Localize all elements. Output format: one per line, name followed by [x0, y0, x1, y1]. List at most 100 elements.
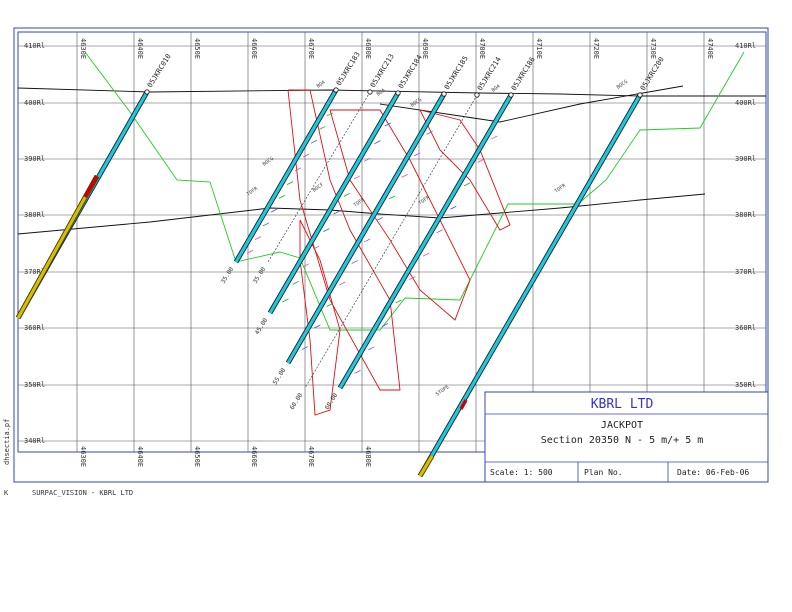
- rl-label: 370Rl: [735, 268, 756, 276]
- assay-tick: [326, 112, 334, 117]
- plot-border: [17, 31, 767, 453]
- date-text: Date: 06-Feb-06: [677, 468, 749, 477]
- end-of-hole-depth: 60.00: [289, 392, 305, 411]
- collar-marker: [441, 91, 447, 97]
- hole-name-label: 05JKRC184: [397, 54, 424, 90]
- assay-tick: [376, 217, 383, 221]
- stope-label: STOPE: [435, 384, 451, 398]
- boa-label-3: BOA: [491, 84, 502, 94]
- corner-mark: K: [4, 489, 9, 497]
- easting-label: 4660E: [250, 446, 258, 467]
- collar-marker: [367, 89, 373, 95]
- topographic-surface: [17, 87, 766, 97]
- collar-marker: [474, 92, 480, 98]
- assay-tick: [351, 260, 358, 264]
- drillhole-trace: [234, 89, 338, 263]
- assay-tick: [343, 193, 351, 197]
- assay-tick: [314, 324, 321, 329]
- rl-label: 380Rl: [24, 211, 45, 219]
- rl-label: 390Rl: [24, 155, 45, 163]
- assay-tick: [477, 159, 484, 163]
- hole-name-label: 05JKRC010: [146, 53, 173, 89]
- hole-name-label: 05JKRC183: [335, 51, 362, 87]
- easting-label: 4730E: [649, 38, 657, 59]
- easting-label: 4660E: [250, 38, 258, 59]
- assay-tick: [491, 135, 498, 140]
- assay-tick: [270, 208, 278, 213]
- assay-tick: [294, 167, 302, 172]
- coordinate-grid: [18, 32, 766, 452]
- easting-label: 4680E: [364, 446, 372, 467]
- easting-label: 4710E: [535, 38, 543, 59]
- rl-label: 350Rl: [735, 381, 756, 389]
- plan-no-text: Plan No.: [584, 468, 623, 477]
- scale-text: Scale: 1: 500: [490, 468, 553, 477]
- collar-marker: [508, 92, 514, 98]
- assay-tick: [388, 195, 396, 200]
- rl-label: 400Rl: [735, 99, 756, 107]
- bocg-label-2: BOCG: [410, 97, 423, 109]
- rl-label: 340Rl: [24, 437, 45, 445]
- rl-label: 380Rl: [735, 211, 756, 219]
- easting-label: 4650E: [193, 38, 201, 59]
- tofr-label-4: TOFR: [554, 182, 568, 194]
- rl-label: 400Rl: [24, 99, 45, 107]
- collar-marker: [333, 87, 339, 93]
- easting-label: 4670E: [307, 38, 315, 59]
- assay-tick: [354, 369, 361, 374]
- assay-tick: [318, 126, 326, 130]
- hole-name-label: 05JKRC200: [639, 56, 666, 92]
- rl-label: 410Rl: [735, 42, 756, 50]
- assay-tick: [463, 182, 471, 187]
- rl-label: 350Rl: [24, 381, 45, 389]
- assay-tick: [326, 303, 333, 307]
- assay-tick: [353, 175, 361, 180]
- end-of-hole-depth: 35.00: [220, 266, 236, 285]
- assay-tick: [436, 229, 443, 234]
- geological-cross-section: 410Rl 400Rl 390Rl 380Rl 370Rl 360Rl 350Rl 340Rl…: [3, 27, 769, 497]
- easting-label: 4740E: [706, 38, 714, 59]
- rl-label: 360Rl: [735, 324, 756, 332]
- easting-label: 4650E: [193, 446, 201, 467]
- assay-tick: [310, 139, 318, 144]
- easting-label: 4690E: [421, 38, 429, 59]
- assay-tick: [395, 299, 402, 304]
- collar-marker: [395, 90, 401, 96]
- assay-tick: [302, 263, 310, 268]
- hole-name-label: 05JKRC185: [443, 55, 470, 91]
- project-name: JACKPOT: [601, 420, 643, 431]
- oxide-interval: [418, 455, 434, 477]
- rl-labels-right: 410Rl 400Rl 390Rl 380Rl 370Rl 360Rl 350Rl: [735, 42, 756, 389]
- assay-tick: [333, 210, 340, 215]
- assay-tick: [368, 346, 375, 351]
- easting-label: 4720E: [592, 38, 600, 59]
- company-name: KBRL LTD: [591, 397, 654, 412]
- end-of-hole-depth: 60.00: [324, 392, 340, 411]
- section-title: Section 20350 N - 5 m/+ 5 m: [541, 435, 704, 446]
- contact-annotations: BOA BOA BOA BOCF BOCG BOCG BOCG TOFR TOF…: [246, 79, 629, 398]
- assay-tick: [282, 298, 289, 303]
- assay-tick: [254, 236, 262, 240]
- easting-label: 4680E: [364, 38, 372, 59]
- bocf-label: BOCF: [312, 182, 325, 194]
- assay-tick: [422, 252, 430, 257]
- collar-marker: [637, 92, 643, 98]
- rl-label: 410Rl: [24, 42, 45, 50]
- base-of-oxidation-line: [84, 51, 745, 331]
- assay-tick: [364, 157, 371, 162]
- easting-label: 4640E: [136, 446, 144, 467]
- boa-label-2: BOA: [376, 88, 387, 98]
- oxide-interval: [16, 175, 99, 319]
- easting-labels-bottom: 4630E 4640E 4650E 4660E 4670E 4680E: [79, 446, 372, 467]
- end-of-hole-depth: 35.00: [252, 266, 268, 285]
- easting-label: 4630E: [79, 38, 87, 59]
- assay-tick: [364, 238, 371, 243]
- tofr-label-3: TOFR: [418, 194, 432, 206]
- easting-label: 4640E: [136, 38, 144, 59]
- boa-label-1: BOA: [316, 80, 327, 90]
- assay-tick: [262, 222, 270, 227]
- assay-tick: [302, 153, 310, 158]
- tofr-label-2: TOFR: [353, 196, 367, 208]
- title-block: KBRL LTD JACKPOT Section 20350 N - 5 m/+…: [484, 391, 769, 483]
- assay-tick: [323, 228, 330, 232]
